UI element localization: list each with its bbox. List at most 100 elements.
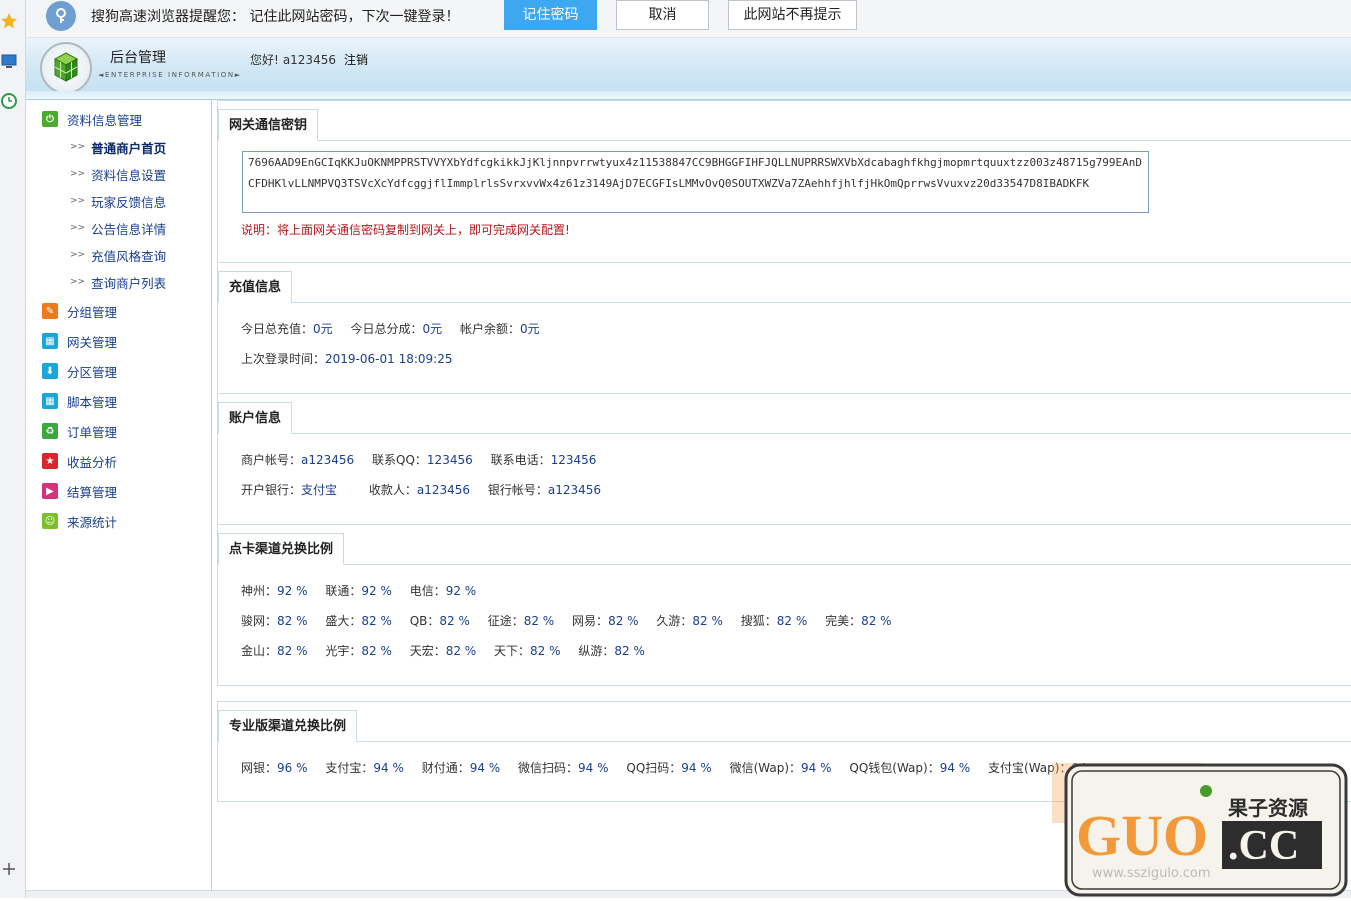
arrow-icon: >>: [70, 277, 86, 287]
menu-label: 分组管理: [67, 304, 118, 320]
star-icon: ★: [42, 453, 58, 469]
gateway-note: 说明：将上面网关通信密码复制到网关上，即可完成网关配置!: [241, 223, 570, 237]
gateway-key-textarea[interactable]: [242, 151, 1149, 213]
sidebar: ⏻ 资料信息管理 >> 普通商户首页 >> 资料信息设置 >> 玩家反馈信息 >> 公告…: [26, 100, 212, 890]
rate-label: 盛大：: [325, 614, 362, 628]
grid-icon: ▦: [42, 333, 58, 349]
rate-value: 92 %: [361, 584, 392, 598]
menu-label: 结算管理: [67, 484, 118, 500]
bank-number-label: 银行帐号：: [487, 483, 548, 497]
account-panel: 账户信息 商户帐号：a123456 联系QQ：123456 联系电话：12345…: [217, 393, 1351, 525]
submenu-merchant-home[interactable]: >> 普通商户首页: [70, 138, 166, 156]
last-login-value: 2019-06-01 18:09:25: [325, 352, 453, 366]
menu-info-management[interactable]: ⏻ 资料信息管理: [42, 109, 142, 129]
greeting-label: 您好!: [250, 53, 279, 67]
account-row-1: 商户帐号：a123456 联系QQ：123456 联系电话：123456: [241, 451, 610, 468]
card-rates-row-1: 神州：92 % 联通：92 % 电信：92 %: [241, 582, 490, 599]
menu-zone-management[interactable]: ⬇ 分区管理: [42, 361, 117, 381]
rate-value: 82 %: [277, 614, 308, 628]
rate-label: 联通：: [325, 584, 362, 598]
submenu-announcements[interactable]: >> 公告信息详情: [70, 219, 166, 237]
arrow-icon: >>: [70, 169, 86, 179]
rate-label: 电信：: [409, 584, 446, 598]
rate-value: 92 %: [277, 584, 308, 598]
power-icon: ⏻: [42, 111, 58, 127]
username: a123456: [282, 53, 336, 67]
submenu-info-settings[interactable]: >> 资料信息设置: [70, 165, 166, 183]
submenu-label: 查询商户列表: [91, 275, 167, 291]
rate-value: 82 %: [361, 614, 392, 628]
monitor-icon[interactable]: [0, 52, 18, 70]
today-recharge-label: 今日总充值：: [241, 322, 314, 336]
phone-label: 联系电话：: [490, 453, 551, 467]
last-login-row: 上次登录时间：2019-06-01 18:09:25: [241, 350, 466, 367]
submenu-label: 资料信息设置: [91, 167, 167, 183]
menu-source-statistics[interactable]: ☺ 来源统计: [42, 511, 117, 531]
logout-link[interactable]: 注销: [344, 53, 368, 67]
qq-value: 123456: [426, 453, 473, 467]
rate-label: 久游：: [656, 614, 693, 628]
tab-gateway-key[interactable]: 网关通信密钥: [218, 109, 319, 141]
gateway-key-panel: 网关通信密钥 说明：将上面网关通信密码复制到网关上，即可完成网关配置!: [217, 100, 1351, 263]
add-icon[interactable]: [0, 860, 18, 878]
rate-value: 82 %: [445, 644, 477, 658]
menu-settlement-management[interactable]: ▶ 结算管理: [42, 481, 117, 501]
rate-label: 搜狐：: [740, 614, 777, 628]
status-bar: [26, 890, 1351, 898]
history-clock-icon[interactable]: [0, 92, 18, 110]
grid-icon: ▦: [42, 393, 58, 409]
menu-gateway-management[interactable]: ▦ 网关管理: [42, 331, 117, 351]
rate-value: 82 %: [614, 644, 645, 658]
bank-value: 支付宝: [301, 483, 338, 497]
rate-label: 神州：: [241, 584, 278, 598]
last-login-label: 上次登录时间：: [241, 352, 326, 366]
qq-label: 联系QQ：: [372, 453, 427, 467]
menu-revenue-analysis[interactable]: ★ 收益分析: [42, 451, 117, 471]
rate-label: 支付宝：: [325, 761, 374, 775]
phone-value: 123456: [550, 453, 597, 467]
menu-label: 资料信息管理: [67, 112, 143, 128]
submenu-player-feedback[interactable]: >> 玩家反馈信息: [70, 192, 166, 210]
favorites-star-icon[interactable]: [0, 12, 18, 30]
rate-label: 完美：: [825, 614, 862, 628]
logo: [40, 42, 92, 94]
rate-label: 纵游：: [578, 644, 615, 658]
rate-value: 82 %: [523, 614, 555, 628]
recycle-icon: ♻: [42, 423, 58, 439]
today-recharge-value: 0元: [313, 322, 333, 336]
password-notification-bar: 搜狗高速浏览器提醒您： 记住此网站密码，下次一键登录！ 记住密码 取消 此网站不…: [26, 0, 1351, 38]
today-split-value: 0元: [422, 322, 443, 336]
never-remind-button[interactable]: 此网站不再提示: [728, 0, 857, 30]
menu-group-management[interactable]: ✎ 分组管理: [42, 301, 117, 321]
menu-label: 网关管理: [67, 334, 118, 350]
tab-card-rates[interactable]: 点卡渠道兑换比例: [218, 533, 345, 565]
payee-value: a123456: [416, 483, 471, 497]
tab-pro-rates[interactable]: 专业版渠道兑换比例: [218, 710, 358, 742]
arrow-icon: >>: [70, 196, 86, 206]
menu-script-management[interactable]: ▦ 脚本管理: [42, 391, 117, 411]
rate-value: 94 %: [939, 761, 971, 775]
remember-password-button[interactable]: 记住密码: [504, 0, 597, 30]
submenu-recharge-style[interactable]: >> 充值风格查询: [70, 246, 166, 264]
tab-recharge-info[interactable]: 充值信息: [218, 271, 293, 303]
rate-value: 94 %: [578, 761, 609, 775]
rate-value: 82 %: [439, 614, 470, 628]
user-greeting: 您好! a123456 注销: [250, 51, 368, 68]
rate-label: 网易：: [572, 614, 609, 628]
rate-value: 94 %: [801, 761, 832, 775]
bank-label: 开户银行：: [241, 483, 302, 497]
pencil-icon: ✎: [42, 303, 58, 319]
menu-order-management[interactable]: ♻ 订单管理: [42, 421, 117, 441]
tab-account-info[interactable]: 账户信息: [218, 402, 293, 434]
submenu-merchant-list[interactable]: >> 查询商户列表: [70, 273, 166, 291]
rate-label: 网银：: [241, 761, 278, 775]
rate-value: 82 %: [861, 614, 892, 628]
card-rates-panel: 点卡渠道兑换比例 神州：92 % 联通：92 % 电信：92 % 骏网：82 %…: [217, 524, 1351, 686]
rate-label: 微信扫码：: [518, 761, 579, 775]
bank-number-value: a123456: [547, 483, 602, 497]
notification-message: 搜狗高速浏览器提醒您： 记住此网站密码，下次一键登录！: [91, 9, 460, 25]
cancel-button[interactable]: 取消: [616, 0, 709, 30]
rate-value: 82 %: [277, 644, 308, 658]
submenu-label: 玩家反馈信息: [91, 194, 167, 210]
rate-value: 92 %: [445, 584, 477, 598]
